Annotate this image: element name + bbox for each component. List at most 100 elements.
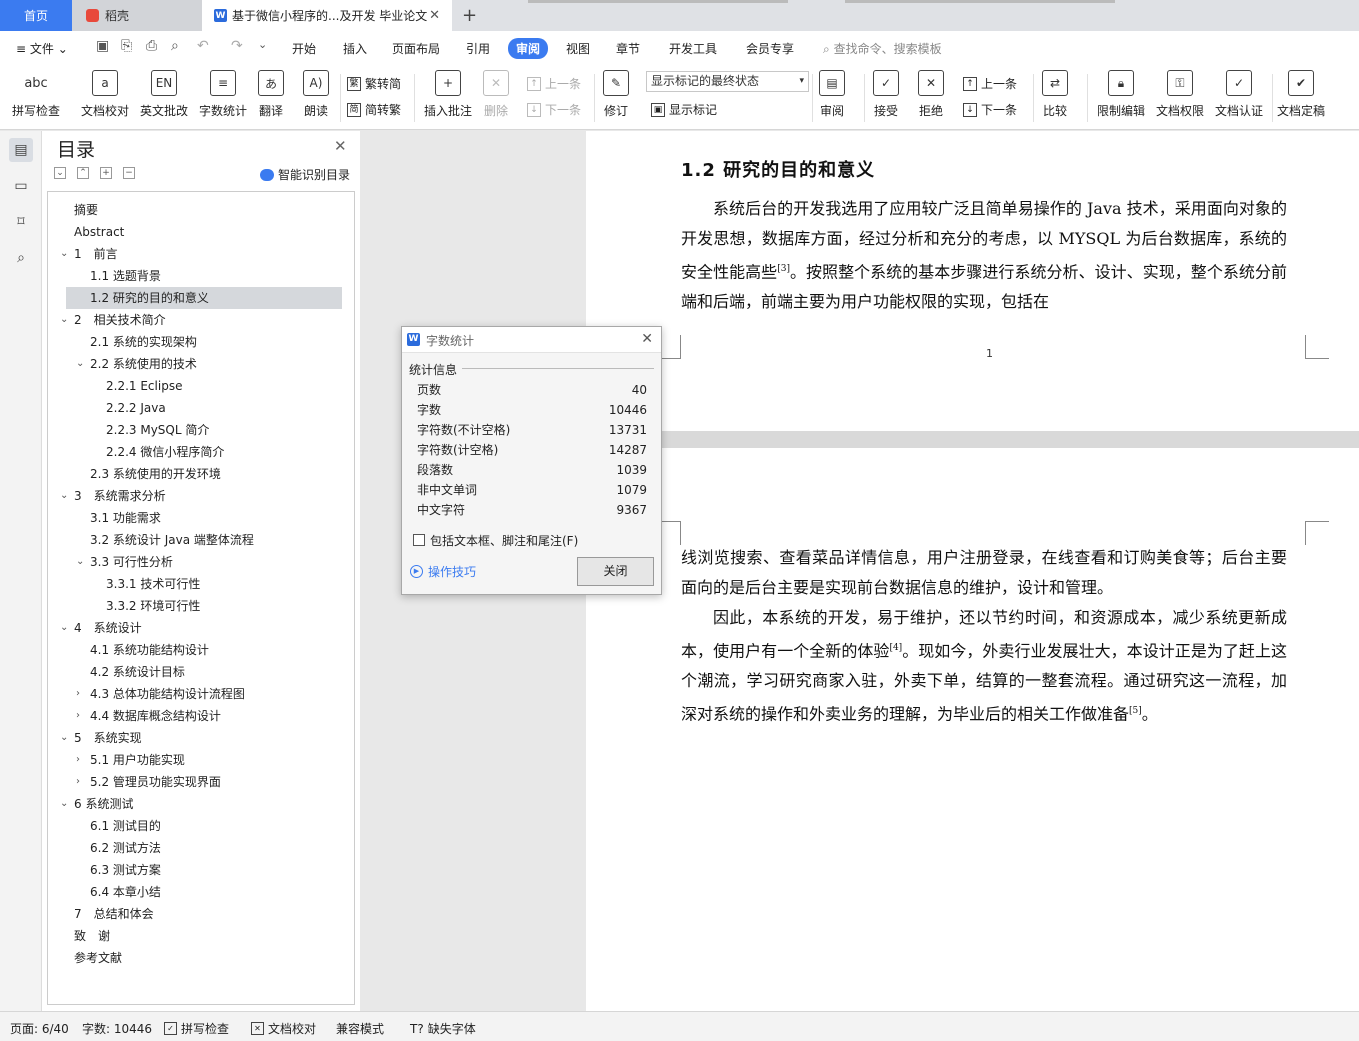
spell-check-button[interactable]: abc 拼写检查	[12, 70, 60, 119]
toc-item[interactable]: 3.2 系统设计 Java 端整体流程	[90, 529, 254, 551]
markup-state-select[interactable]: 显示标记的最终状态 ▾	[646, 71, 809, 92]
status-proofread[interactable]: ✕ 文档校对	[251, 1020, 316, 1037]
close-icon[interactable]: ✕	[334, 137, 347, 155]
doc-proofread-button[interactable]: a 文档校对	[81, 70, 129, 119]
menu-item-review[interactable]: 审阅	[508, 38, 549, 59]
toc-item[interactable]: ⌄ 5 系统实现	[60, 727, 142, 749]
close-icon[interactable]: ✕	[641, 331, 653, 347]
smart-toc-button[interactable]: 智能识别目录	[260, 166, 350, 183]
dialog-titlebar[interactable]: W 字数统计 ✕	[402, 327, 661, 353]
toc-item[interactable]: 1.2 研究的目的和意义	[66, 287, 342, 309]
chevron-down-icon[interactable]: ⌄	[60, 309, 72, 331]
word-count-indicator[interactable]: 字数: 10446	[82, 1020, 152, 1037]
toc-item[interactable]: 2.2.3 MySQL 简介	[106, 419, 209, 441]
menu-item-devtools[interactable]: 开发工具	[669, 40, 717, 57]
reject-button[interactable]: ✕ 拒绝	[918, 70, 944, 119]
tab-daoke[interactable]: 稻壳	[72, 0, 202, 31]
chevron-down-icon[interactable]: ⌄	[60, 793, 72, 815]
toc-item[interactable]: › 5.1 用户功能实现	[76, 749, 185, 771]
status-spell-check[interactable]: ✓ 拼写检查	[164, 1020, 229, 1037]
prev-comment-button[interactable]: ↑ 上一条	[527, 75, 581, 92]
chevron-down-icon[interactable]: ⌄	[76, 551, 88, 573]
doc-finalize-button[interactable]: ✔ 文档定稿	[1277, 70, 1325, 119]
show-markup-button[interactable]: ▣ 显示标记	[651, 101, 717, 118]
missing-font[interactable]: T? 缺失字体	[410, 1020, 476, 1037]
close-button[interactable]: 关闭	[577, 557, 654, 586]
tab-document[interactable]: W 基于微信小程序的...及开发 毕业论文 ✕	[202, 0, 452, 31]
remove-heading-icon[interactable]: −	[123, 167, 135, 179]
bookmark-icon[interactable]: ⌑	[9, 210, 33, 234]
chevron-right-icon[interactable]: ›	[76, 749, 88, 771]
toc-item[interactable]: ⌄ 4 系统设计	[60, 617, 142, 639]
toc-item[interactable]: 4.2 系统设计目标	[90, 661, 185, 683]
file-menu[interactable]: ≡ 文件 ⌄	[16, 40, 68, 57]
delete-comment-button[interactable]: ✕ 删除	[483, 70, 509, 119]
next-comment-button[interactable]: ↓ 下一条	[527, 101, 581, 118]
doc-permission-button[interactable]: ⚿ 文档权限	[1156, 70, 1204, 119]
toc-item[interactable]: ⌄ 6 系统测试	[60, 793, 133, 815]
toc-item[interactable]: 4.1 系统功能结构设计	[90, 639, 209, 661]
simp-to-trad-button[interactable]: 简简转繁	[347, 101, 401, 118]
chevron-down-icon[interactable]: ⌄	[76, 353, 88, 375]
toc-panel-icon[interactable]: ▤	[9, 138, 33, 162]
chevron-right-icon[interactable]: ›	[76, 705, 88, 727]
print-icon[interactable]: ⎙	[146, 38, 157, 54]
compare-button[interactable]: ⇄ 比较	[1042, 70, 1068, 119]
review-pane-button[interactable]: ▤ 审阅	[819, 70, 845, 119]
toc-item[interactable]: ⌄ 1 前言	[60, 243, 118, 265]
chevron-down-icon[interactable]: ⌄	[60, 243, 72, 265]
trad-to-simp-button[interactable]: 繁繁转简	[347, 75, 401, 92]
close-tab-icon[interactable]: ✕	[429, 8, 440, 23]
insert-comment-button[interactable]: + 插入批注	[424, 70, 472, 119]
toc-item[interactable]: 6.1 测试目的	[90, 815, 161, 837]
toc-item[interactable]: 2.1 系统的实现架构	[90, 331, 197, 353]
page-indicator[interactable]: 页面: 6/40	[10, 1020, 69, 1037]
toc-item[interactable]: 6.2 测试方法	[90, 837, 161, 859]
redo-icon[interactable]: ↷	[231, 38, 243, 54]
revise-button[interactable]: ✎ 修订	[603, 70, 629, 119]
toc-item[interactable]: 参考文献	[74, 947, 122, 969]
toc-item[interactable]: 2.2.2 Java	[106, 397, 166, 419]
chevron-right-icon[interactable]: ›	[76, 683, 88, 705]
translate-button[interactable]: あ翻译	[258, 70, 284, 119]
menu-item-layout[interactable]: 页面布局	[392, 40, 440, 57]
chevron-right-icon[interactable]: ›	[76, 771, 88, 793]
citation-5[interactable]: [5]	[1129, 706, 1142, 716]
menu-item-view[interactable]: 视图	[566, 40, 590, 57]
toc-item[interactable]: 2.2.1 Eclipse	[106, 375, 182, 397]
toc-item[interactable]: ⌄ 3 系统需求分析	[60, 485, 166, 507]
toc-item[interactable]: 2.2.4 微信小程序简介	[106, 441, 224, 463]
add-heading-icon[interactable]: +	[100, 167, 112, 179]
toc-item[interactable]: 1.1 选题背景	[90, 265, 161, 287]
citation-3[interactable]: [3]	[777, 264, 790, 274]
toc-item[interactable]: › 4.4 数据库概念结构设计	[76, 705, 221, 727]
tab-home[interactable]: 首页	[0, 0, 72, 31]
restrict-edit-button[interactable]: 🔒︎ 限制编辑	[1097, 70, 1145, 119]
prev-change-button[interactable]: ↑ 上一条	[963, 75, 1017, 92]
toc-item[interactable]: 6.3 测试方案	[90, 859, 161, 881]
citation-4[interactable]: [4]	[889, 643, 902, 653]
print-preview-icon[interactable]: ⌕	[171, 38, 179, 54]
export-icon[interactable]: ⎘	[121, 38, 132, 54]
toc-item[interactable]: 摘要	[74, 199, 98, 221]
chevron-down-icon[interactable]: ⌄	[60, 617, 72, 639]
toc-item[interactable]: 2.3 系统使用的开发环境	[90, 463, 221, 485]
search-icon[interactable]: ⌕	[9, 246, 33, 270]
expand-all-icon[interactable]: ⌃	[77, 167, 89, 179]
toc-item[interactable]: 3.1 功能需求	[90, 507, 161, 529]
next-change-button[interactable]: ↓ 下一条	[963, 101, 1017, 118]
english-correct-button[interactable]: EN 英文批改	[140, 70, 188, 119]
menu-item-start[interactable]: 开始	[292, 40, 316, 57]
toc-item[interactable]: 6.4 本章小结	[90, 881, 161, 903]
save-icon[interactable]: ▣	[96, 38, 109, 54]
toc-item[interactable]: Abstract	[74, 221, 124, 243]
menu-item-member[interactable]: 会员专享	[746, 40, 794, 57]
accept-button[interactable]: ✓ 接受	[873, 70, 899, 119]
include-textbox-label[interactable]: 包括文本框、脚注和尾注(F)	[430, 532, 578, 549]
chevron-down-icon[interactable]: ⌄	[60, 485, 72, 507]
doc-auth-button[interactable]: ✓ 文档认证	[1215, 70, 1263, 119]
toc-item[interactable]: 7 总结和体会	[74, 903, 154, 925]
toc-item[interactable]: › 5.2 管理员功能实现界面	[76, 771, 221, 793]
toc-item[interactable]: ⌄ 2.2 系统使用的技术	[76, 353, 197, 375]
collapse-all-icon[interactable]: ⌄	[54, 167, 66, 179]
